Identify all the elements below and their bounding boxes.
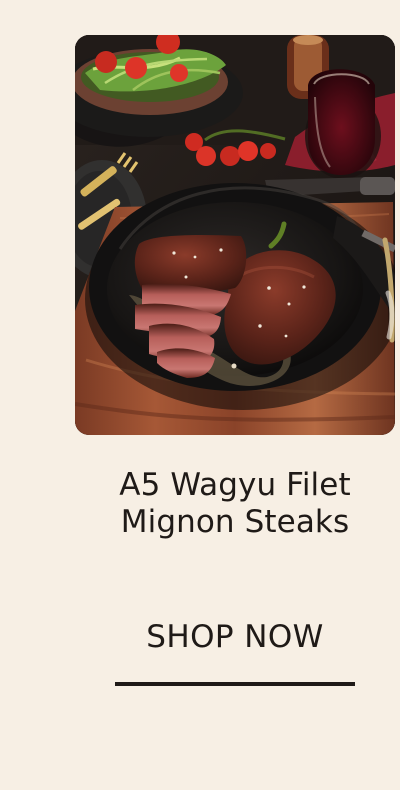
shop-now-button[interactable]: SHOP NOW: [115, 617, 355, 687]
product-image-link[interactable]: [75, 35, 395, 435]
product-card: A5 Wagyu Filet Mignon Steaks SHOP NOW: [0, 0, 400, 790]
product-title: A5 Wagyu Filet Mignon Steaks: [119, 467, 351, 541]
shop-now-underline: [115, 682, 355, 686]
product-image: [75, 35, 395, 435]
shop-now-label: SHOP NOW: [146, 619, 324, 655]
